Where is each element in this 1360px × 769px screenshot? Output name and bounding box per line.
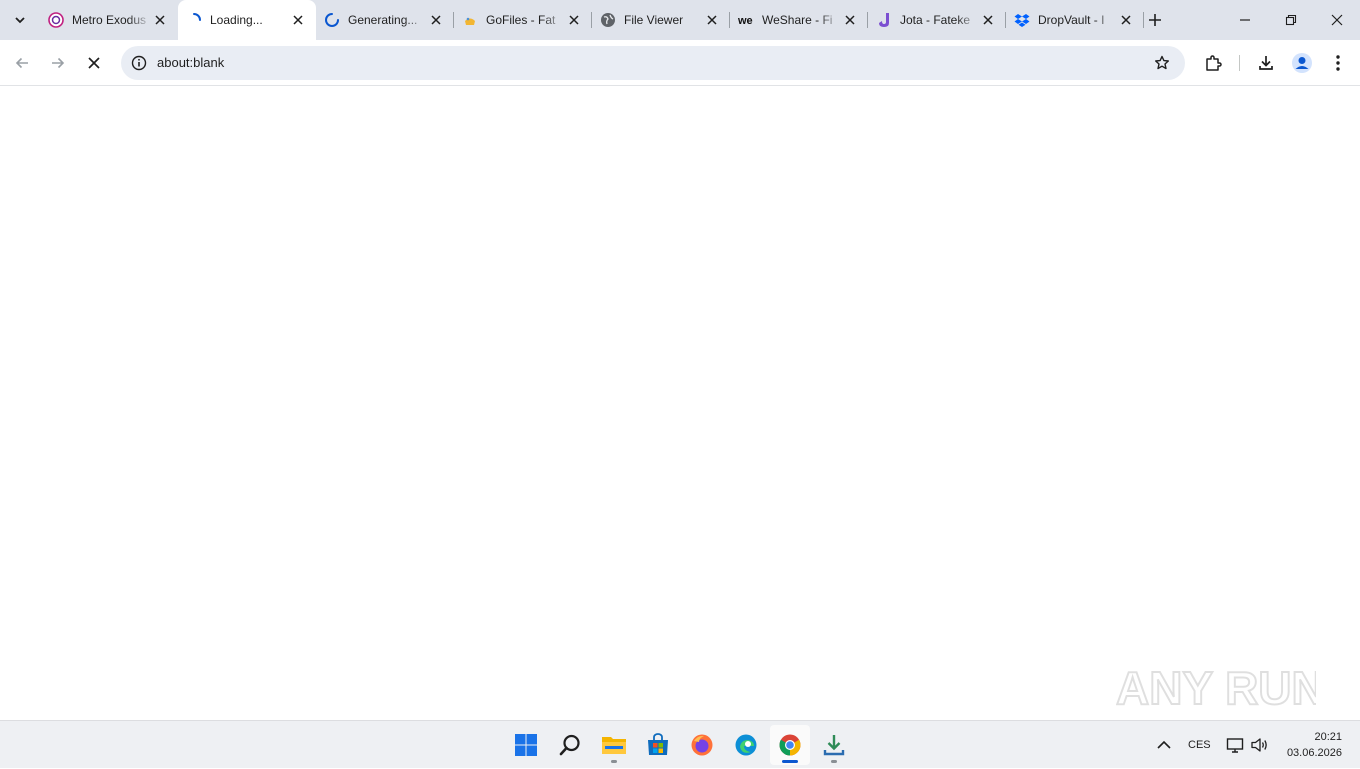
minimize-button[interactable] [1222, 0, 1268, 40]
arrow-left-icon [15, 57, 28, 69]
close-icon[interactable] [704, 12, 720, 28]
close-icon[interactable] [152, 12, 168, 28]
folder-icon [602, 737, 626, 754]
tab-strip: Metro Exodus Loading... Generating... Go… [0, 0, 1360, 40]
avatar-icon [1292, 53, 1312, 73]
close-icon[interactable] [842, 12, 858, 28]
tab-title: File Viewer [624, 13, 684, 27]
gofiles-favicon-icon [462, 12, 478, 28]
close-icon[interactable] [980, 12, 996, 28]
close-window-button[interactable] [1314, 0, 1360, 40]
browser-window: Metro Exodus Loading... Generating... Go… [0, 0, 1360, 720]
loading-spinner-icon [324, 12, 340, 28]
tab-weshare[interactable]: we WeShare - Fi [730, 0, 868, 40]
tab-loading[interactable]: Loading... [178, 0, 316, 40]
tab-jota[interactable]: Jota - Fateke [868, 0, 1006, 40]
url-text[interactable]: about:blank [157, 55, 224, 70]
globe-icon [600, 12, 616, 28]
profile-button[interactable] [1288, 49, 1316, 77]
download-icon [1259, 56, 1273, 70]
close-icon[interactable] [566, 12, 582, 28]
start-button[interactable] [506, 725, 546, 765]
restore-icon [1285, 14, 1297, 26]
chevron-up-icon [1157, 740, 1171, 749]
clock[interactable]: 20:21 03.06.2026 [1287, 729, 1342, 761]
running-indicator [611, 760, 617, 763]
close-icon[interactable] [290, 12, 306, 28]
show-hidden-icons-button[interactable] [1152, 721, 1176, 769]
bookmark-star-icon[interactable] [1151, 52, 1173, 74]
close-icon [88, 57, 100, 69]
tab-gofiles[interactable]: GoFiles - Fat [454, 0, 592, 40]
edge-icon [735, 734, 757, 756]
chrome-icon [779, 734, 801, 756]
forward-button[interactable] [42, 47, 74, 79]
downloads-app-button[interactable] [814, 725, 854, 765]
taskbar: CES 20:21 03.06.2026 [0, 720, 1360, 768]
address-bar[interactable]: about:blank [121, 46, 1185, 80]
tab-title: Metro Exodus [72, 13, 147, 27]
plus-icon [1149, 14, 1161, 26]
language-label: CES [1188, 739, 1211, 751]
close-icon[interactable] [428, 12, 444, 28]
arrow-right-icon [52, 57, 65, 69]
stop-loading-button[interactable] [78, 47, 110, 79]
minimize-icon [1240, 19, 1250, 21]
file-explorer-button[interactable] [594, 725, 634, 765]
chevron-down-icon [15, 17, 25, 24]
restore-button[interactable] [1268, 0, 1314, 40]
clock-time: 20:21 [1314, 731, 1342, 743]
language-indicator[interactable]: CES [1188, 721, 1211, 769]
tab-dropvault[interactable]: DropVault - I [1006, 0, 1144, 40]
tab-title: Generating... [348, 13, 418, 27]
new-tab-button[interactable] [1143, 8, 1167, 32]
tab-metro-exodus[interactable]: Metro Exodus [40, 0, 178, 40]
info-icon[interactable] [127, 51, 151, 75]
running-indicator [831, 760, 837, 763]
close-icon[interactable] [1118, 12, 1134, 28]
svg-text:we: we [738, 15, 753, 27]
metro-favicon-icon [48, 12, 64, 28]
svg-text:ANY RUN: ANY RUN [1116, 662, 1316, 714]
search-button[interactable] [550, 725, 590, 765]
dropbox-favicon-icon [1014, 12, 1030, 28]
tab-title: Loading... [210, 13, 263, 27]
windows-logo-icon [515, 734, 537, 756]
browser-toolbar: about:blank [0, 40, 1360, 86]
loading-spinner-icon [186, 12, 202, 28]
tab-generating[interactable]: Generating... [316, 0, 454, 40]
tab-title: WeShare - Fi [762, 13, 833, 27]
clock-date: 03.06.2026 [1286, 747, 1342, 759]
toolbar-separator [1239, 55, 1240, 71]
menu-button[interactable] [1324, 49, 1352, 77]
tab-search-button[interactable] [8, 8, 32, 32]
store-button[interactable] [638, 725, 678, 765]
tabs: Metro Exodus Loading... Generating... Go… [40, 0, 1144, 40]
firefox-button[interactable] [682, 725, 722, 765]
jota-favicon-icon [876, 12, 892, 28]
weshare-favicon-icon: we [738, 12, 754, 28]
tab-title: Jota - Fateke [900, 13, 971, 27]
active-indicator [782, 760, 798, 763]
edge-button[interactable] [726, 725, 766, 765]
tab-file-viewer[interactable]: File Viewer [592, 0, 730, 40]
puzzle-icon [1206, 55, 1222, 71]
search-icon [559, 734, 580, 756]
store-icon [648, 733, 668, 755]
extensions-button[interactable] [1199, 49, 1227, 77]
chrome-button[interactable] [770, 725, 810, 765]
anyrun-watermark: ANY RUN [1115, 656, 1326, 720]
network-icon[interactable] [1226, 721, 1244, 769]
tab-title: GoFiles - Fat [486, 13, 556, 27]
download-icon [823, 735, 845, 756]
volume-icon[interactable] [1250, 721, 1270, 769]
back-button[interactable] [6, 47, 38, 79]
downloads-button[interactable] [1252, 49, 1280, 77]
close-icon [1331, 14, 1343, 26]
firefox-icon [691, 734, 713, 756]
more-vertical-icon [1336, 55, 1340, 71]
tab-title: DropVault - I [1038, 13, 1105, 27]
